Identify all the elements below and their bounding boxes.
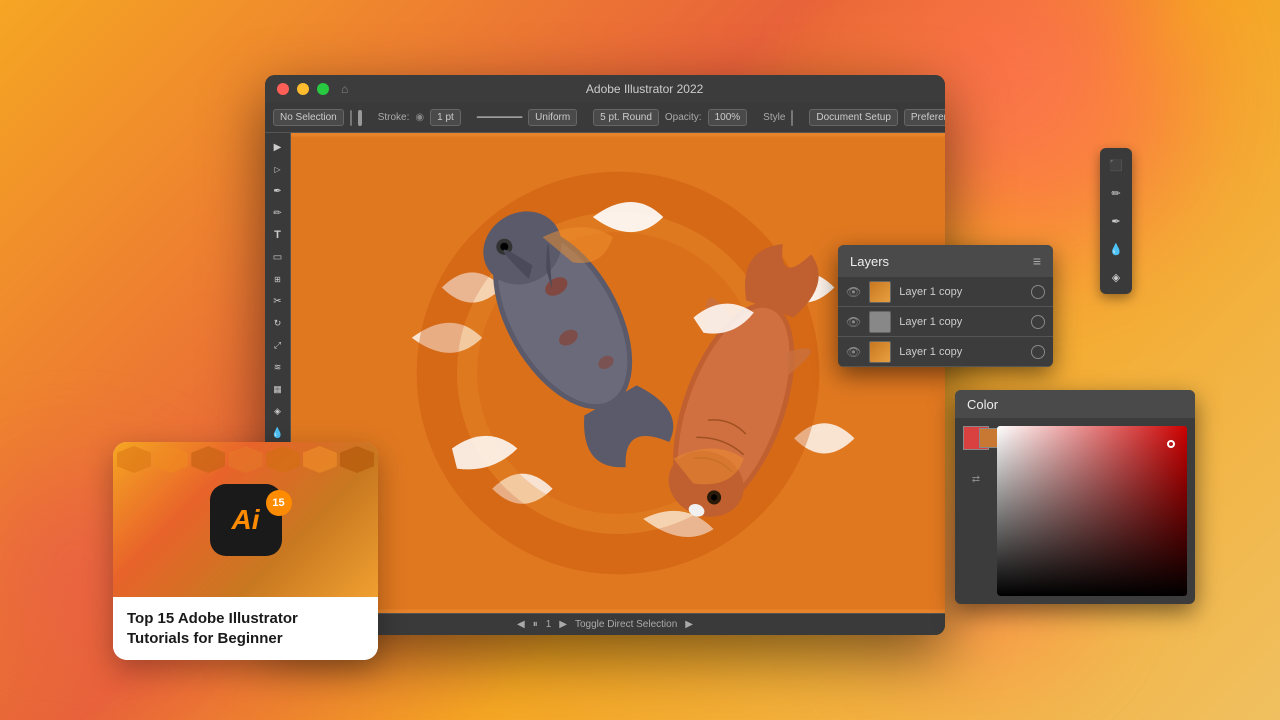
close-button[interactable] [277, 83, 289, 95]
pencil-tool[interactable]: ✏ [268, 203, 288, 223]
layer-thumb-3 [869, 341, 891, 363]
color-body: ⇄ [955, 418, 1195, 604]
gradient-brightness [997, 426, 1187, 596]
hex-cell [228, 446, 262, 473]
window-title: Adobe Illustrator 2022 [356, 82, 933, 96]
artwork [291, 133, 945, 613]
hex-cell [303, 446, 337, 473]
rotate-tool[interactable]: ↻ [268, 313, 288, 333]
shape-builder-tool[interactable]: ⊞ [268, 269, 288, 289]
rt-btn-4[interactable]: 💧 [1105, 238, 1127, 260]
select-tool[interactable]: ▶ [268, 137, 288, 157]
gradient-tool[interactable]: ◈ [268, 401, 288, 421]
thumbnail-text-area: Top 15 Adobe Illustrator Tutorials for B… [113, 597, 378, 660]
thumbnail-title: Top 15 Adobe Illustrator Tutorials for B… [127, 609, 364, 648]
layer-target-2[interactable] [1031, 315, 1045, 329]
next-page-btn[interactable]: ▶ [559, 619, 567, 630]
rt-btn-3[interactable]: ✒ [1105, 210, 1127, 232]
layer-item-3: 👁 Layer 1 copy [838, 337, 1053, 367]
right-floating-toolbar: ⬛ ✏ ✒ 💧 ◈ [1100, 148, 1132, 294]
koi-artwork [291, 133, 945, 613]
style-label: Style [763, 112, 785, 123]
fill-swatch[interactable] [350, 110, 352, 126]
stroke-value[interactable]: 1 pt [430, 109, 461, 126]
canvas-area [291, 133, 945, 613]
layer-target-1[interactable] [1031, 285, 1045, 299]
profile-value[interactable]: Uniform [528, 109, 577, 126]
color-gradient-picker[interactable] [997, 426, 1187, 596]
more-btn[interactable]: ▶ [685, 619, 693, 630]
home-icon[interactable]: ⌂ [341, 82, 348, 96]
layers-menu-icon[interactable]: ≡ [1033, 253, 1041, 269]
thumbnail-image: Ai 15 [113, 442, 378, 597]
selection-display: No Selection [273, 109, 344, 126]
toggle-label: Toggle Direct Selection [575, 619, 677, 630]
rt-btn-2[interactable]: ✏ [1105, 182, 1127, 204]
layer-visibility-3[interactable]: 👁 [846, 345, 861, 359]
minimize-button[interactable] [297, 83, 309, 95]
layer-thumb-2 [869, 311, 891, 333]
layer-item-1: 👁 Layer 1 copy [838, 277, 1053, 307]
layer-name-2: Layer 1 copy [899, 316, 1023, 328]
graph-tool[interactable]: ▦ [268, 379, 288, 399]
ai-logo-text: Ai [232, 504, 260, 536]
layers-panel: Layers ≡ 👁 Layer 1 copy 👁 Layer 1 copy 👁… [838, 245, 1053, 367]
round-value[interactable]: 5 pt. Round [593, 109, 659, 126]
warp-tool[interactable]: ≋ [268, 357, 288, 377]
badge-15: 15 [266, 490, 292, 516]
color-picker-cursor [1167, 440, 1175, 448]
prev-page-btn[interactable]: ◀ [517, 619, 525, 630]
scale-tool[interactable]: ⤢ [268, 335, 288, 355]
layer-visibility-1[interactable]: 👁 [846, 285, 861, 299]
preferences-btn[interactable]: Preferences [904, 109, 945, 126]
opacity-label: Opacity: [665, 112, 702, 123]
toolbar: No Selection Stroke: ◉ 1 pt ──── Uniform… [265, 103, 945, 133]
hex-cell [191, 446, 225, 473]
document-setup-btn[interactable]: Document Setup [809, 109, 898, 126]
color-swatches: ⇄ [963, 426, 989, 596]
color-panel: Color ⇄ [955, 390, 1195, 604]
eyedropper-tool[interactable]: 💧 [268, 423, 288, 443]
rectangle-tool[interactable]: ▭ [268, 247, 288, 267]
rt-btn-5[interactable]: ◈ [1105, 266, 1127, 288]
title-bar: ⌂ Adobe Illustrator 2022 [265, 75, 945, 103]
stroke-swatch[interactable] [358, 110, 362, 126]
type-tool[interactable]: T [268, 225, 288, 245]
layers-title: Layers [850, 254, 889, 269]
opacity-value[interactable]: 100% [708, 109, 748, 126]
hex-cell [340, 446, 374, 473]
direct-select-tool[interactable]: ▷ [268, 159, 288, 179]
layer-name-1: Layer 1 copy [899, 286, 1023, 298]
hex-cell [117, 446, 151, 473]
thumbnail-card: Ai 15 Top 15 Adobe Illustrator Tutorials… [113, 442, 378, 660]
rt-btn-1[interactable]: ⬛ [1105, 154, 1127, 176]
badge-number: 15 [272, 497, 284, 509]
scissors-tool[interactable]: ✂ [268, 291, 288, 311]
color-title: Color [967, 397, 998, 412]
layer-name-3: Layer 1 copy [899, 346, 1023, 358]
fullscreen-button[interactable] [317, 83, 329, 95]
hex-cell [154, 446, 188, 473]
layer-item-2: 👁 Layer 1 copy [838, 307, 1053, 337]
style-swatch[interactable] [791, 110, 793, 126]
layer-target-3[interactable] [1031, 345, 1045, 359]
stroke-label: Stroke: [378, 112, 410, 123]
layers-header: Layers ≡ [838, 245, 1053, 277]
pause-btn[interactable]: ⏸ [533, 619, 538, 630]
color-header: Color [955, 390, 1195, 418]
layer-visibility-2[interactable]: 👁 [846, 315, 861, 329]
pen-tool[interactable]: ✒ [268, 181, 288, 201]
swap-colors-icon[interactable]: ⇄ [972, 474, 980, 485]
page-number: 1 [546, 619, 552, 630]
layer-thumb-1 [869, 281, 891, 303]
hex-cell [266, 446, 300, 473]
